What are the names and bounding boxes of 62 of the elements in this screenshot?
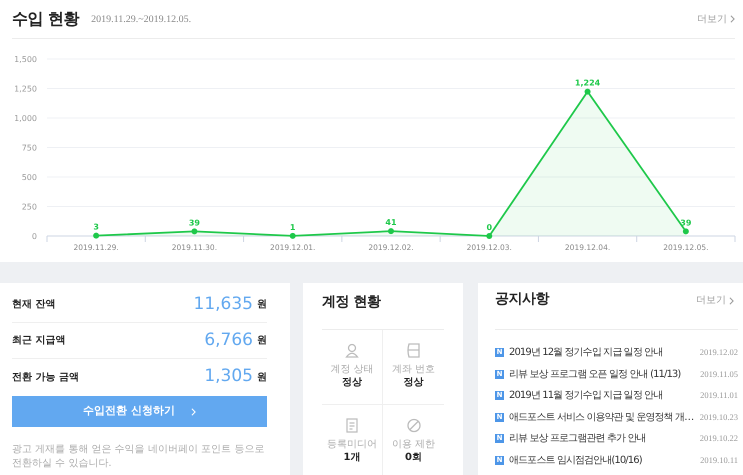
status-label: 이용 제한	[392, 439, 436, 451]
status-label: 등록미디어	[327, 439, 377, 451]
data-label: 39	[188, 218, 200, 228]
chevron-icon	[190, 408, 196, 416]
data-label: 1	[290, 222, 296, 232]
card-title: 계정 현황	[322, 294, 380, 310]
document-icon	[344, 417, 360, 434]
data-point	[486, 233, 492, 239]
currency-unit: 원	[257, 298, 267, 312]
amount-value: 1,305	[204, 365, 253, 388]
axis-label: 250	[22, 202, 37, 212]
notice-date: 2019.10.22	[700, 432, 738, 446]
status-value: 0회	[405, 451, 422, 464]
person-icon	[344, 342, 360, 359]
date-range: 2019.11.29.~2019.12.05.	[91, 12, 192, 26]
axis-label: 0	[32, 232, 37, 241]
notice-link[interactable]: 애드포스트 서비스 이용약관 및 운영정책 개…	[509, 410, 694, 425]
notice-link[interactable]: 2019년 11월 정기수입 지급 일정 안내	[509, 388, 694, 404]
notice-date: 2019.12.02	[700, 346, 738, 360]
notice-link[interactable]: 리뷰 보상 프로그램 오픈 일정 안내 (11/13)	[509, 366, 694, 382]
notice-link[interactable]: 리뷰 보상 프로그램관련 추가 안내	[509, 431, 694, 446]
currency-unit: 원	[257, 370, 267, 384]
amount-value: 11,635	[194, 292, 253, 316]
status-label: 계좌 번호	[392, 364, 436, 376]
balance-label: 전환 가능 금액	[12, 370, 79, 384]
data-label: 39	[680, 218, 692, 228]
axis-label: 500	[22, 173, 37, 182]
balance-label: 현재 잔액	[12, 298, 56, 312]
data-point	[93, 232, 100, 239]
status-value: 1개	[344, 451, 360, 464]
section-title: 수입 현황	[12, 8, 80, 30]
notice-date: 2019.10.23	[700, 410, 738, 424]
data-point	[388, 228, 394, 234]
axis-label: 750	[22, 144, 37, 152]
notice-date: 2019.11.05	[700, 368, 738, 381]
balance-label: 최근 지급액	[12, 334, 66, 348]
axis-label: 1,500	[14, 55, 37, 64]
notice-link[interactable]: 2019년 12월 정기수입 지급 일정 안내	[509, 345, 694, 360]
card-icon	[406, 342, 422, 359]
card-title: 공지사항	[495, 290, 549, 309]
data-label: 0	[486, 223, 492, 232]
amount-value: 6,766	[204, 328, 253, 352]
data-point	[584, 88, 591, 95]
chevron-icon	[729, 296, 734, 304]
axis-label: 1,000	[14, 114, 37, 123]
status-value: 정상	[342, 376, 362, 389]
note-text: 광고 게재를 통해 얻은 수익을 네이버페이 포인트 등으로 전환하실 수 있습니다.	[12, 443, 266, 470]
notice-link[interactable]: 애드포스트 임시점검안내(10/16)	[509, 452, 694, 468]
currency-unit: 원	[257, 334, 267, 348]
data-label: 1,224	[574, 78, 600, 88]
chevron-icon	[730, 15, 735, 23]
prohibited-icon	[406, 417, 422, 434]
data-label: 3	[93, 222, 99, 232]
axis-label: 1,250	[14, 84, 37, 94]
notice-date: 2019.10.11	[700, 454, 738, 467]
data-label: 41	[385, 218, 397, 228]
status-value: 정상	[404, 376, 424, 389]
data-point	[682, 228, 689, 234]
notice-date: 2019.11.01	[700, 389, 738, 402]
data-point	[290, 232, 296, 239]
status-label: 계정 상태	[330, 364, 374, 376]
data-point	[191, 228, 198, 234]
